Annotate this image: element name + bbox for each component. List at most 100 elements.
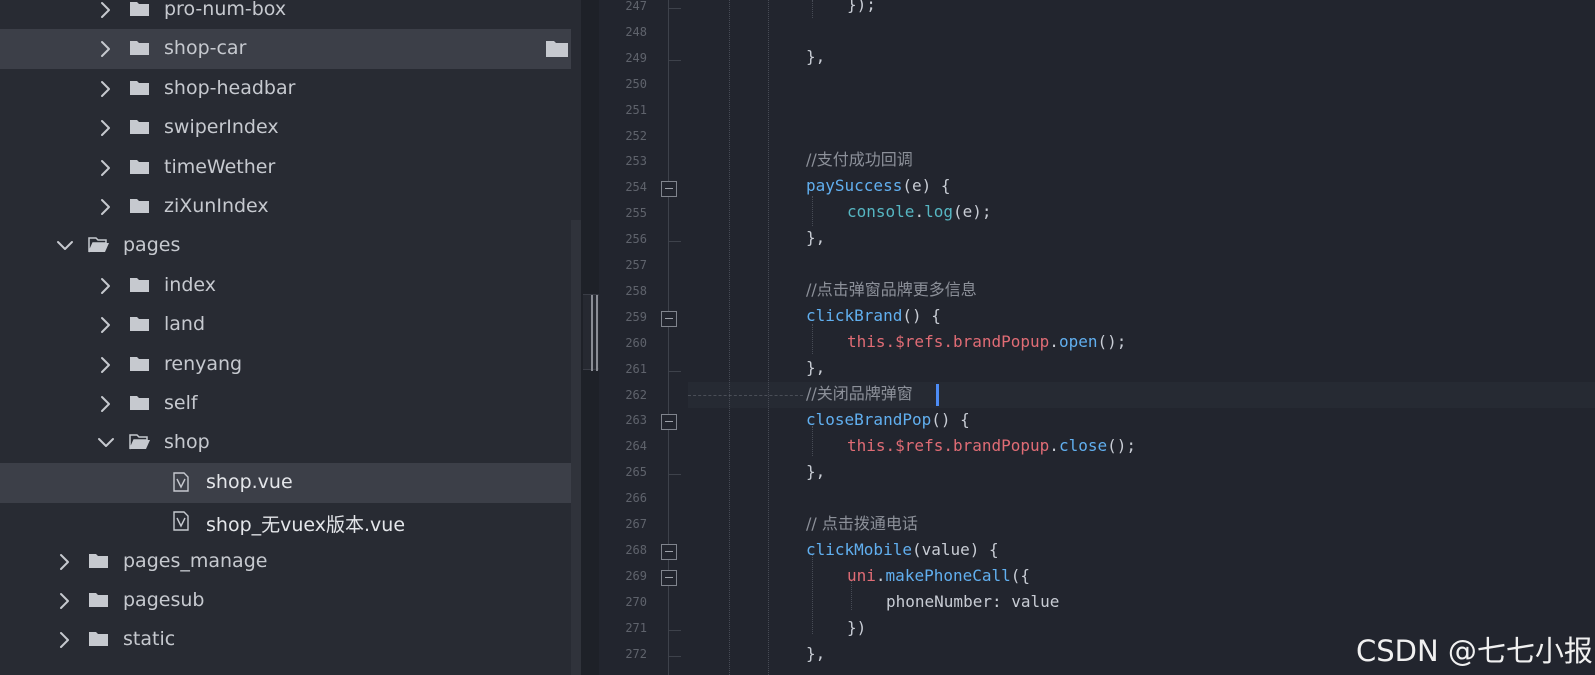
tree-item-index[interactable]: index <box>0 266 571 306</box>
tree-item-shop-headbar[interactable]: shop-headbar <box>0 69 571 109</box>
tree-item-zixunindex[interactable]: ziXunIndex <box>0 187 571 227</box>
line-number: 260 <box>625 335 647 350</box>
code-token: }); <box>847 0 876 14</box>
tree-item-label: timeWether <box>164 155 276 178</box>
tree-item-label: land <box>164 313 206 336</box>
tree-item-shop-vue[interactable]: shop.vue <box>0 462 571 503</box>
code-token: .$refs. <box>885 436 953 455</box>
chevron-right-icon[interactable] <box>97 356 115 374</box>
chevron-right-icon[interactable] <box>56 631 74 649</box>
tree-item-swiperindex[interactable]: swiperIndex <box>0 108 571 148</box>
chevron-down-icon[interactable] <box>56 237 74 255</box>
code-property: brandPopup <box>952 332 1050 351</box>
line-number: 263 <box>625 413 647 428</box>
tree-item-self[interactable]: self <box>0 384 571 424</box>
code-token: . <box>1049 332 1059 351</box>
folder-open-icon <box>88 237 109 253</box>
tree-item-pagesub[interactable]: pagesub <box>0 581 571 621</box>
fold-end-marker <box>669 655 681 657</box>
code-line-260: this.$refs.brandPopup.open(); <box>847 329 1126 355</box>
line-number: 254 <box>625 180 647 195</box>
tree-item-pro-num-box[interactable]: pro-num-box <box>0 0 571 30</box>
line-number: 256 <box>625 232 647 247</box>
tree-item-static[interactable]: static <box>0 620 571 660</box>
tree-item-renyang[interactable]: renyang <box>0 345 571 385</box>
fold-toggle-icon[interactable] <box>661 310 677 327</box>
indent-guide <box>768 0 769 675</box>
tree-item-label: pro-num-box <box>164 0 287 20</box>
chevron-right-icon[interactable] <box>56 592 74 610</box>
tree-item-pages-manage[interactable]: pages_manage <box>0 542 571 582</box>
code-line-269: uni.makePhoneCall({ <box>847 563 1030 589</box>
tree-item-label: pages_manage <box>123 549 268 572</box>
folder-open-icon <box>129 434 150 450</box>
line-number: 269 <box>625 568 647 583</box>
code-token: }, <box>806 47 826 66</box>
chevron-right-icon[interactable] <box>97 119 115 137</box>
code-line-264: this.$refs.brandPopup.close(); <box>847 433 1136 459</box>
line-number: 255 <box>625 206 647 221</box>
line-number: 258 <box>625 283 647 298</box>
tree-item-label: shop <box>164 431 210 454</box>
tree-item-label: pagesub <box>123 589 205 611</box>
chevron-right-icon[interactable] <box>97 1 115 19</box>
code-token: }, <box>806 228 826 247</box>
folder-icon <box>130 2 149 16</box>
splitter-grip-line <box>596 295 598 371</box>
code-token: (value) { <box>911 540 999 559</box>
line-number: 261 <box>625 361 647 376</box>
file-explorer-sidebar: pro-num-box shop-car shop-headbar swiperInd… <box>0 0 581 675</box>
folder-icon <box>89 553 108 568</box>
fold-toggle-icon[interactable] <box>661 414 677 431</box>
tree-item-label: shop-car <box>164 37 247 60</box>
chevron-right-icon[interactable] <box>97 316 115 334</box>
code-token: }) <box>847 618 867 637</box>
tree-item-pages[interactable]: pages <box>0 226 571 266</box>
tree-item-label: shop-headbar <box>164 76 296 99</box>
tree-item-land[interactable]: land <box>0 305 571 345</box>
chevron-right-icon[interactable] <box>97 277 115 295</box>
code-line-272: }, <box>806 641 825 667</box>
tree-item-label: shop_无vuex版本.vue <box>206 514 406 537</box>
open-folder-button-icon[interactable] <box>545 40 569 58</box>
fold-toggle-icon[interactable] <box>661 181 677 198</box>
code-token: }, <box>806 644 826 663</box>
line-number: 252 <box>625 128 647 143</box>
folder-icon <box>130 41 149 56</box>
tree-item-timewether[interactable]: timeWether <box>0 148 571 188</box>
chevron-right-icon[interactable] <box>97 159 115 177</box>
code-line-271: }) <box>847 615 866 641</box>
tree-item-label: pages <box>123 234 181 257</box>
line-number: 268 <box>625 542 647 557</box>
chevron-right-icon[interactable] <box>97 40 115 58</box>
tree-item-shop[interactable]: shop <box>0 423 571 463</box>
code-line-261: }, <box>806 355 825 381</box>
tree-item-shop-vuex-vue[interactable]: shop_无vuex版本.vue <box>0 502 571 542</box>
sidebar-scrollbar[interactable] <box>571 220 581 675</box>
fold-end-marker <box>669 241 681 243</box>
code-token: . <box>1049 436 1059 455</box>
code-line-254: paySuccess(e) { <box>806 173 951 199</box>
chevron-right-icon[interactable] <box>97 198 115 216</box>
code-token: (); <box>1107 436 1137 455</box>
tree-item-shop-car[interactable]: shop-car <box>0 29 571 70</box>
code-function-name: closeBrandPop <box>806 410 932 429</box>
chevron-right-icon[interactable] <box>56 553 74 571</box>
line-number: 262 <box>625 387 647 402</box>
tree-item-label: renyang <box>164 352 243 375</box>
fold-toggle-icon[interactable] <box>661 543 677 560</box>
fold-end-marker <box>669 8 681 9</box>
line-number: 266 <box>625 491 647 506</box>
code-method: close <box>1058 436 1108 455</box>
fold-toggle-icon[interactable] <box>661 569 677 586</box>
chevron-right-icon[interactable] <box>97 395 115 413</box>
line-number: 249 <box>625 50 647 65</box>
code-token: }, <box>806 358 826 377</box>
folder-icon <box>130 199 149 213</box>
chevron-right-icon[interactable] <box>97 80 115 98</box>
chevron-down-icon[interactable] <box>97 434 115 452</box>
code-line-262: //关闭品牌弹窗 <box>806 381 913 407</box>
folder-icon <box>130 317 149 332</box>
code-line-267: // 点击拨通电话 <box>806 511 918 537</box>
code-token: (e); <box>952 202 992 221</box>
